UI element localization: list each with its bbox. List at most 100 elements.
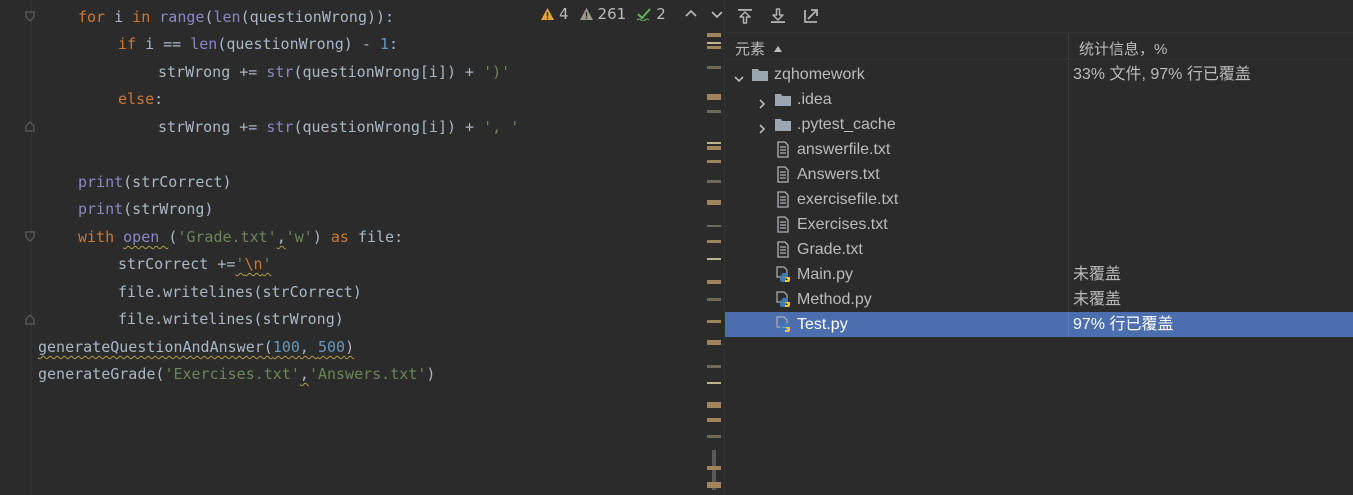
builtin: len: [213, 8, 241, 26]
warnings-count: 4: [559, 5, 569, 23]
comma: ,: [276, 228, 286, 246]
tree-row-name: Answers.txt: [797, 166, 880, 183]
inspection-widget[interactable]: 4 261 2: [540, 3, 724, 25]
tree-row[interactable]: answerfile.txt: [725, 137, 1353, 162]
tree-row[interactable]: exercisefile.txt: [725, 187, 1353, 212]
chevron-right-icon[interactable]: [756, 118, 768, 134]
stripe-mark: [707, 320, 721, 323]
kw: in: [132, 8, 151, 26]
tree-row-stat: 未覆盖: [1073, 291, 1122, 308]
kw: else: [118, 90, 155, 108]
python-file-icon: [774, 291, 792, 308]
code-line: else:: [118, 90, 164, 108]
code-line: print(strWrong): [78, 200, 214, 218]
typo-check-icon: [636, 8, 651, 21]
tree-row-name: answerfile.txt: [797, 141, 891, 158]
previous-highlight-icon[interactable]: [684, 7, 698, 21]
code-line: print(strCorrect): [78, 173, 232, 191]
stripe-mark: [707, 110, 721, 113]
builtin: len: [190, 35, 218, 53]
stripe-mark: [707, 340, 721, 345]
str: 'Answers.txt': [308, 365, 427, 383]
fold-end-marker-icon[interactable]: [25, 120, 35, 132]
coverage-table-header: 元素 统计信息，%: [725, 32, 1353, 60]
text-file-icon: [774, 141, 792, 158]
text-file-icon: [774, 241, 792, 258]
code-editor[interactable]: for i in range(len(questionWrong)): if i…: [0, 0, 724, 495]
folder-icon: [774, 91, 792, 108]
editor-gutter: [0, 0, 35, 495]
code-line: strCorrect +='\n': [118, 255, 272, 273]
stripe-mark: [707, 160, 721, 163]
stripe-mark: [707, 365, 721, 368]
tree-row[interactable]: Main.py 未覆盖: [725, 262, 1353, 287]
str: 'w': [285, 228, 313, 246]
tree-row[interactable]: Test.py 97% 行已覆盖: [725, 312, 1353, 337]
tree-row[interactable]: Answers.txt: [725, 162, 1353, 187]
navigate-icon[interactable]: [801, 6, 821, 26]
column-divider: [1068, 137, 1069, 162]
stripe-mark: [707, 402, 721, 408]
fold-marker-icon[interactable]: [25, 11, 35, 23]
tree-row[interactable]: Method.py 未覆盖: [725, 287, 1353, 312]
stripe-mark: [707, 200, 721, 205]
weak-warning-icon: [579, 8, 593, 20]
tree-row[interactable]: .pytest_cache: [725, 112, 1353, 137]
column-divider: [1068, 212, 1069, 237]
tree-row-name: Grade.txt: [797, 241, 863, 258]
str: ')': [483, 63, 511, 81]
tree-row[interactable]: zqhomework 33% 文件, 97% 行已覆盖: [725, 62, 1353, 87]
stripe-mark: [707, 42, 721, 44]
comma: ,: [299, 365, 309, 383]
stripe-mark: [707, 298, 721, 301]
column-divider: [1068, 262, 1069, 287]
next-highlight-icon[interactable]: [710, 7, 724, 21]
export-icon[interactable]: [768, 6, 788, 26]
import-icon[interactable]: [735, 6, 755, 26]
tree-row[interactable]: .idea: [725, 87, 1353, 112]
tree-row-stat: 97% 行已覆盖: [1073, 316, 1174, 333]
stats-column-header[interactable]: 统计信息，%: [1079, 38, 1167, 59]
kw: for: [78, 8, 106, 26]
tree-row-name: .idea: [797, 91, 832, 108]
code-line: strWrong += str(questionWrong[i]) + ', ': [158, 118, 520, 136]
tree-row-stat: 未覆盖: [1073, 266, 1122, 283]
fold-marker-icon[interactable]: [25, 231, 35, 243]
folder-icon: [774, 116, 792, 133]
stripe-mark: [707, 482, 721, 488]
builtin: range: [159, 8, 205, 26]
coverage-panel: 元素 统计信息，% zqhomework 33% 文件, 97% 行已覆盖 .ide…: [724, 0, 1353, 495]
num: 100: [272, 338, 300, 356]
stripe-mark: [707, 142, 721, 144]
chevron-down-icon[interactable]: [733, 68, 745, 83]
builtin: print: [78, 173, 124, 191]
weak-warnings-indicator[interactable]: 261: [579, 5, 626, 23]
column-divider[interactable]: [1068, 33, 1069, 60]
builtin: str: [266, 118, 294, 136]
tree-row-name: exercisefile.txt: [797, 191, 899, 208]
tree-row-stat: 33% 文件, 97% 行已覆盖: [1073, 66, 1251, 83]
fold-end-marker-icon[interactable]: [25, 313, 35, 325]
stripe-mark: [707, 435, 721, 438]
typos-indicator[interactable]: 2: [636, 5, 666, 23]
warning-icon: [541, 8, 554, 20]
stripe-mark: [707, 33, 721, 37]
coverage-toolbar: [725, 0, 1353, 32]
tree-row[interactable]: Exercises.txt: [725, 212, 1353, 237]
str: 'Grade.txt': [177, 228, 277, 246]
stripe-mark: [707, 258, 721, 260]
tree-row-name: Method.py: [797, 291, 872, 308]
num: 500: [317, 338, 346, 356]
column-divider: [1068, 287, 1069, 312]
sort-ascending-icon: [774, 45, 783, 52]
stripe-mark: [707, 46, 721, 49]
call: generateQuestionAndAnswer(100, 500): [38, 338, 355, 356]
tree-row[interactable]: Grade.txt: [725, 237, 1353, 262]
element-column-header[interactable]: 元素: [735, 38, 783, 59]
chevron-right-icon[interactable]: [756, 93, 768, 109]
editor-error-stripe[interactable]: [705, 30, 723, 495]
builtin: print: [78, 200, 124, 218]
warnings-indicator[interactable]: 4: [540, 5, 569, 23]
stripe-mark: [707, 382, 721, 384]
str: 'Exercises.txt': [164, 365, 300, 383]
